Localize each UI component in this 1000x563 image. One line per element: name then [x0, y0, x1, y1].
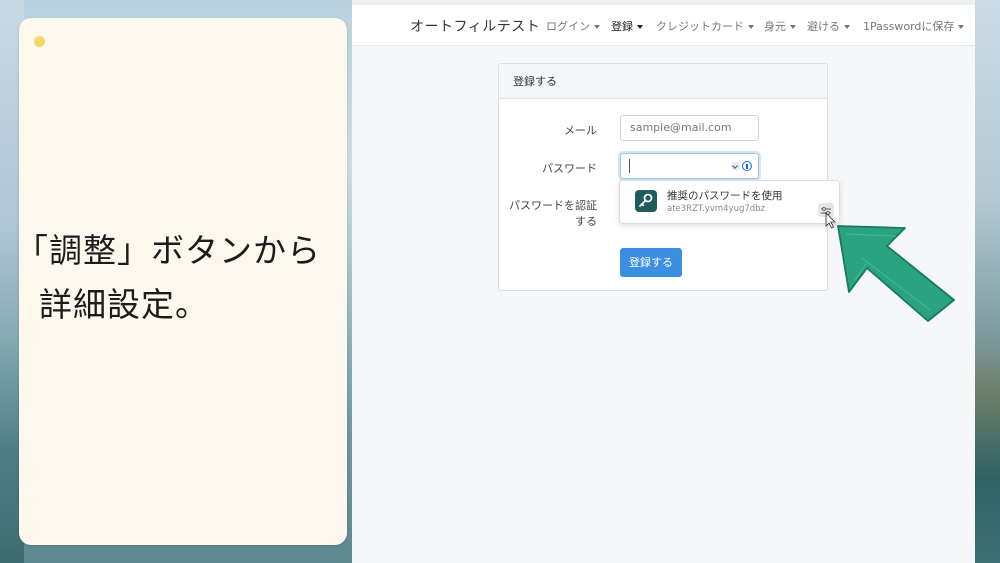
green-arrow-icon	[837, 225, 955, 322]
overlay	[825, 212, 955, 322]
mouse-pointer-icon	[825, 212, 836, 229]
